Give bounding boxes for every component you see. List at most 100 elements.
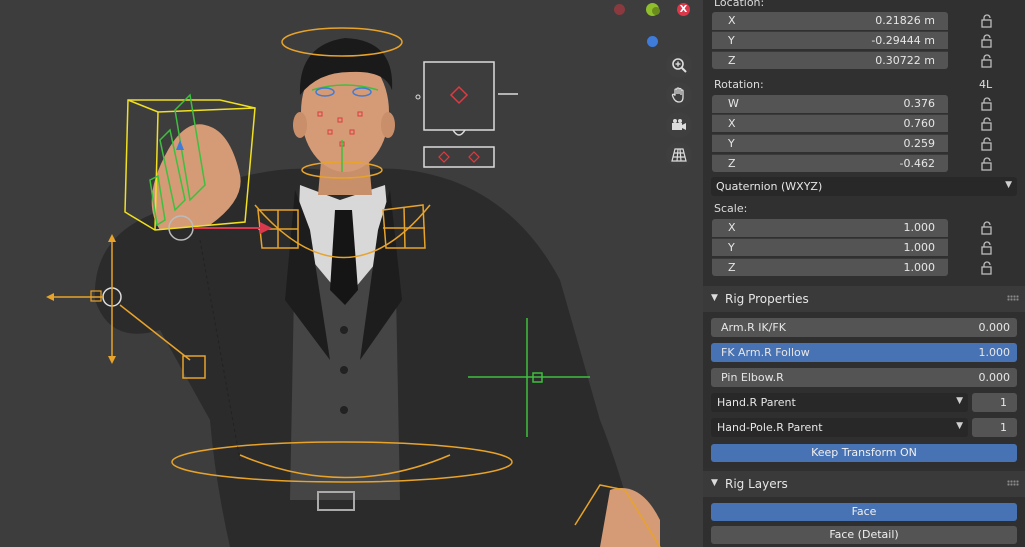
- zoom-icon: [672, 58, 687, 73]
- rotation-y-field[interactable]: Y 0.259: [712, 134, 948, 152]
- location-y-field[interactable]: Y -0.29444 m: [712, 31, 948, 49]
- rotation-z-field[interactable]: Z -0.462: [712, 154, 948, 172]
- mouth-widget[interactable]: [423, 146, 495, 168]
- location-x-value: 0.21826 m: [875, 14, 935, 27]
- scale-x-value: 1.000: [903, 221, 936, 234]
- arm-ik-fk-slider[interactable]: Arm.R IK/FK 0.000: [711, 318, 1017, 337]
- ear-left: [293, 112, 307, 138]
- face-side-dot: [415, 94, 421, 100]
- rotation-x-field[interactable]: X 0.760: [712, 114, 948, 132]
- keep-transform-toggle[interactable]: Keep Transform ON: [711, 444, 1017, 462]
- rotation-label: Rotation:: [714, 78, 764, 91]
- rig-layers-header[interactable]: ▼ Rig Layers: [703, 471, 1025, 497]
- lock-icon[interactable]: [980, 137, 994, 151]
- lock-icon[interactable]: [980, 54, 994, 68]
- pin-elbow-slider[interactable]: Pin Elbow.R 0.000: [711, 368, 1017, 387]
- drag-handle-icon[interactable]: [1007, 480, 1019, 486]
- lock-icon[interactable]: [980, 117, 994, 131]
- neg-x-axis-dot[interactable]: [614, 4, 625, 15]
- ear-right: [381, 112, 395, 138]
- axis-label: Z: [728, 54, 736, 67]
- 3d-viewport[interactable]: X: [0, 0, 703, 547]
- dropdown-label: Hand-Pole.R Parent: [717, 421, 823, 434]
- chevron-down-icon: ▼: [956, 421, 963, 431]
- vest-button: [340, 366, 348, 374]
- pole-y-arrow-down: [108, 356, 116, 364]
- hand-parent-index[interactable]: 1: [972, 393, 1017, 412]
- scale-y-value: 1.000: [903, 241, 936, 254]
- properties-sidebar: Location: X 0.21826 m Y -0.29444 m Z 0.3…: [703, 0, 1025, 547]
- lock-icon[interactable]: [980, 241, 994, 255]
- rig-properties-header[interactable]: ▼ Rig Properties: [703, 286, 1025, 312]
- lock-icon[interactable]: [980, 34, 994, 48]
- axis-label: Y: [728, 137, 735, 150]
- pole-y-arrow-up: [108, 234, 116, 242]
- slider-label: Arm.R IK/FK: [721, 321, 786, 334]
- index-value: 1: [1000, 421, 1007, 434]
- camera-view-button[interactable]: [666, 112, 692, 138]
- slider-value: 1.000: [978, 346, 1011, 359]
- chevron-down-icon: ▼: [956, 396, 963, 406]
- location-z-value: 0.30722 m: [875, 54, 935, 67]
- pan-button[interactable]: [666, 82, 692, 108]
- slider-label: Pin Elbow.R: [721, 371, 784, 384]
- hand-pole-parent-index[interactable]: 1: [972, 418, 1017, 437]
- mouth-widget-knobs[interactable]: [438, 151, 480, 163]
- z-axis-dot[interactable]: [647, 36, 658, 47]
- lock-icon[interactable]: [980, 157, 994, 171]
- axis-label: X: [728, 221, 736, 234]
- rotation-mode-value: Quaternion (WXYZ): [716, 180, 823, 193]
- hand-pole-parent-dropdown[interactable]: Hand-Pole.R Parent ▼: [711, 418, 968, 437]
- layer-face-detail-toggle[interactable]: Face (Detail): [711, 526, 1017, 544]
- lock-icon[interactable]: [980, 221, 994, 235]
- scale-y-field[interactable]: Y 1.000: [712, 238, 948, 256]
- hand-parent-dropdown[interactable]: Hand.R Parent ▼: [711, 393, 968, 412]
- layer-face-toggle[interactable]: Face: [711, 503, 1017, 521]
- location-y-value: -0.29444 m: [871, 34, 935, 47]
- scene-render: [46, 27, 661, 547]
- rotation-x-value: 0.760: [903, 117, 936, 130]
- rotation-lock-4l-label[interactable]: 4L: [979, 78, 992, 91]
- slider-label: FK Arm.R Follow: [721, 346, 810, 359]
- index-value: 1: [1000, 396, 1007, 409]
- face-widget-panel[interactable]: [423, 61, 495, 131]
- fk-arm-follow-slider[interactable]: FK Arm.R Follow 1.000: [711, 343, 1017, 362]
- location-x-field[interactable]: X 0.21826 m: [712, 12, 948, 30]
- slider-value: 0.000: [978, 371, 1011, 384]
- axis-label: X: [728, 117, 736, 130]
- neg-y-axis-dot[interactable]: [652, 7, 660, 15]
- zoom-button[interactable]: [666, 52, 692, 78]
- face-widget-knob[interactable]: [449, 85, 469, 105]
- hand-icon: [671, 87, 684, 103]
- dropdown-label: Hand.R Parent: [717, 396, 796, 409]
- rotation-w-field[interactable]: W 0.376: [712, 95, 948, 113]
- rotation-z-value: -0.462: [899, 157, 935, 170]
- axis-label: Z: [728, 157, 736, 170]
- lock-icon[interactable]: [980, 14, 994, 28]
- axis-label: Y: [728, 241, 735, 254]
- x-axis-dot[interactable]: X: [677, 3, 690, 16]
- rig-properties-title: Rig Properties: [725, 292, 809, 306]
- scale-x-field[interactable]: X 1.000: [712, 219, 948, 237]
- rotation-w-value: 0.376: [903, 97, 936, 110]
- lock-icon[interactable]: [980, 97, 994, 111]
- rotation-mode-select[interactable]: Quaternion (WXYZ) ▼: [711, 177, 1017, 196]
- location-z-field[interactable]: Z 0.30722 m: [712, 51, 948, 69]
- vest-button: [340, 406, 348, 414]
- rotation-y-value: 0.259: [903, 137, 936, 150]
- slider-value: 0.000: [978, 321, 1011, 334]
- drag-handle-icon[interactable]: [1007, 295, 1019, 301]
- scale-label: Scale:: [714, 202, 748, 215]
- scale-z-value: 1.000: [903, 261, 936, 274]
- chevron-down-icon: ▼: [711, 478, 718, 488]
- projection-toggle-button[interactable]: [666, 142, 692, 168]
- chevron-down-icon: ▼: [711, 293, 718, 303]
- rig-layers-title: Rig Layers: [725, 477, 788, 491]
- chevron-down-icon: ▼: [1005, 180, 1012, 190]
- axis-label: Y: [728, 34, 735, 47]
- lock-icon[interactable]: [980, 261, 994, 275]
- axis-label: Z: [728, 261, 736, 274]
- scale-z-field[interactable]: Z 1.000: [712, 258, 948, 276]
- camera-icon: [672, 119, 686, 130]
- axis-label: W: [728, 97, 739, 110]
